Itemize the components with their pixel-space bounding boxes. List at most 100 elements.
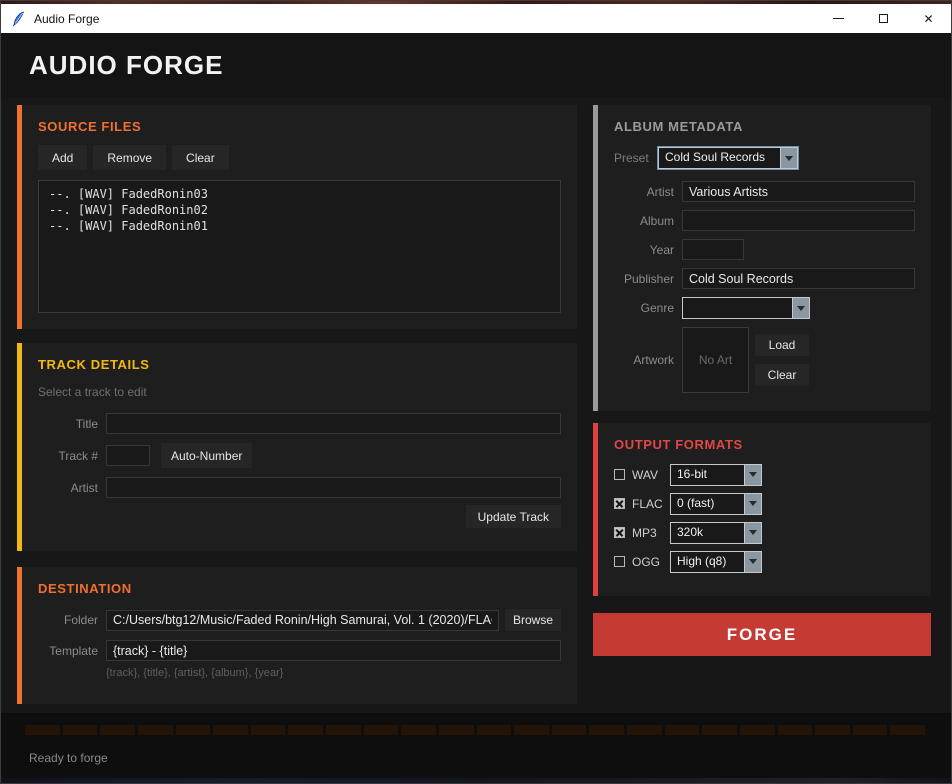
- browse-button[interactable]: Browse: [505, 609, 561, 631]
- clear-button[interactable]: Clear: [172, 145, 229, 170]
- forge-button[interactable]: FORGE: [593, 613, 931, 656]
- close-button[interactable]: ✕: [906, 4, 951, 33]
- minimize-button[interactable]: [816, 4, 861, 33]
- progress-segment: [326, 725, 361, 735]
- wav-option-combobox[interactable]: 16-bit: [670, 464, 762, 486]
- folder-row: Folder Browse: [38, 609, 561, 631]
- format-checkbox-WAV[interactable]: [614, 469, 625, 480]
- progress-segment: [439, 725, 474, 735]
- update-track-button[interactable]: Update Track: [466, 505, 561, 528]
- format-label-wav: WAV: [632, 468, 670, 482]
- remove-button[interactable]: Remove: [93, 145, 166, 170]
- auto-number-button[interactable]: Auto-Number: [161, 443, 252, 468]
- album-artist-row: Artist: [614, 181, 915, 202]
- app-window: Audio Forge ✕ AUDIO FORGE SOURCE FILES A…: [0, 0, 952, 784]
- desktop-edge-bottom: [1, 778, 951, 783]
- progress-segment: [176, 725, 211, 735]
- panel-output-formats: OUTPUT FORMATS WAV 16-bit FLAC 0 (fast): [593, 423, 931, 596]
- ogg-option-combobox[interactable]: High (q8): [670, 551, 762, 573]
- artwork-row: Artwork No Art Load Clear: [614, 327, 915, 393]
- file-list-item[interactable]: --. [WAV] FadedRonin01: [49, 218, 550, 234]
- chevron-down-icon[interactable]: [780, 148, 797, 168]
- album-name-label: Album: [614, 214, 674, 228]
- format-checkbox-FLAC[interactable]: [614, 498, 625, 509]
- chevron-down-icon[interactable]: [744, 494, 761, 514]
- progress-segment: [288, 725, 323, 735]
- publisher-input[interactable]: [682, 268, 915, 289]
- artwork-buttons: Load Clear: [755, 334, 809, 386]
- format-row-ogg: OGG High (q8): [614, 552, 915, 571]
- template-input[interactable]: [106, 640, 561, 661]
- file-list-item[interactable]: --. [WAV] FadedRonin02: [49, 202, 550, 218]
- title-input[interactable]: [106, 413, 561, 434]
- track-artist-input[interactable]: [106, 477, 561, 498]
- maximize-button[interactable]: [861, 4, 906, 33]
- year-input[interactable]: [682, 239, 744, 260]
- add-button[interactable]: Add: [38, 145, 87, 170]
- folder-label: Folder: [38, 613, 98, 627]
- folder-input[interactable]: [106, 610, 499, 631]
- chevron-down-icon[interactable]: [744, 552, 761, 572]
- progress-segment: [63, 725, 98, 735]
- format-row-flac: FLAC 0 (fast): [614, 494, 915, 513]
- panel-album-metadata: ALBUM METADATA Preset Cold Soul Records …: [593, 105, 931, 411]
- load-artwork-button[interactable]: Load: [755, 334, 809, 356]
- preset-label: Preset: [614, 151, 658, 165]
- flac-option-combobox[interactable]: 0 (fast): [670, 493, 762, 515]
- track-number-label: Track #: [38, 449, 98, 463]
- progress-segment: [138, 725, 173, 735]
- panel-destination: DESTINATION Folder Browse Template {trac…: [17, 567, 577, 704]
- mp3-option-combobox[interactable]: 320k: [670, 522, 762, 544]
- format-label-flac: FLAC: [632, 497, 670, 511]
- format-checkbox-OGG[interactable]: [614, 556, 625, 567]
- artwork-placeholder: No Art: [699, 353, 732, 367]
- publisher-label: Publisher: [614, 272, 674, 286]
- progress-segment: [627, 725, 662, 735]
- window-title: Audio Forge: [34, 12, 99, 26]
- output-formats-heading: OUTPUT FORMATS: [614, 437, 915, 453]
- file-list[interactable]: --. [WAV] FadedRonin03 --. [WAV] FadedRo…: [38, 180, 561, 313]
- progress-segment: [890, 725, 925, 735]
- track-artist-row: Artist: [38, 477, 561, 498]
- track-number-input[interactable]: [106, 445, 150, 466]
- file-list-item[interactable]: --. [WAV] FadedRonin03: [49, 186, 550, 202]
- ogg-option-value: High (q8): [671, 552, 744, 572]
- progress-segment: [25, 725, 60, 735]
- update-track-row: Update Track: [38, 505, 561, 528]
- publisher-row: Publisher: [614, 268, 915, 289]
- year-label: Year: [614, 243, 674, 257]
- preset-combobox[interactable]: Cold Soul Records: [658, 147, 798, 169]
- preset-row: Preset Cold Soul Records: [614, 147, 915, 169]
- progress-segment: [514, 725, 549, 735]
- format-label-ogg: OGG: [632, 555, 670, 569]
- left-column: SOURCE FILES Add Remove Clear --. [WAV] …: [17, 105, 577, 713]
- flac-option-value: 0 (fast): [671, 494, 744, 514]
- main-content: SOURCE FILES Add Remove Clear --. [WAV] …: [1, 97, 951, 713]
- progress-segment: [552, 725, 587, 735]
- panel-source-files: SOURCE FILES Add Remove Clear --. [WAV] …: [17, 105, 577, 329]
- chevron-down-icon[interactable]: [744, 465, 761, 485]
- preset-value: Cold Soul Records: [659, 148, 780, 168]
- title-row: Title: [38, 413, 561, 434]
- album-artist-input[interactable]: [682, 181, 915, 202]
- clear-artwork-button[interactable]: Clear: [755, 364, 809, 386]
- chevron-down-icon[interactable]: [792, 298, 809, 318]
- maximize-icon: [879, 14, 888, 23]
- source-files-heading: SOURCE FILES: [38, 119, 561, 135]
- progress-segment: [589, 725, 624, 735]
- album-name-input[interactable]: [682, 210, 915, 231]
- titlebar: Audio Forge ✕: [1, 4, 951, 33]
- source-files-toolbar: Add Remove Clear: [38, 145, 561, 170]
- progress-segment: [364, 725, 399, 735]
- progress-segment: [702, 725, 737, 735]
- progress-segment: [665, 725, 700, 735]
- template-tokens-hint: {track}, {title}, {artist}, {album}, {ye…: [106, 667, 561, 679]
- genre-label: Genre: [614, 301, 674, 315]
- chevron-down-icon[interactable]: [744, 523, 761, 543]
- progress-segment: [213, 725, 248, 735]
- progress-segment: [778, 725, 813, 735]
- track-details-heading: TRACK DETAILS: [38, 357, 561, 373]
- format-checkbox-MP3[interactable]: [614, 527, 625, 538]
- progress-segment: [401, 725, 436, 735]
- genre-combobox[interactable]: [682, 297, 810, 319]
